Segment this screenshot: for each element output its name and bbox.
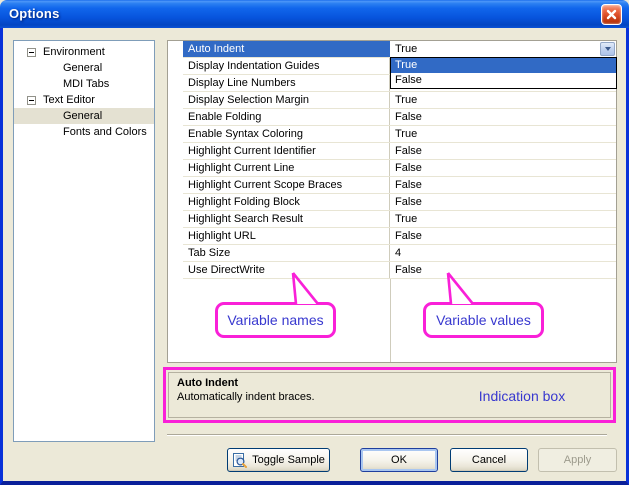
ok-label: OK — [391, 454, 407, 466]
property-name-cell[interactable]: Highlight URL — [183, 228, 390, 244]
ok-button[interactable]: OK — [360, 448, 438, 472]
dropdown-option-true[interactable]: True — [391, 58, 616, 73]
property-value-cell[interactable]: True — [390, 92, 616, 108]
property-row: Highlight Current Line False — [183, 160, 616, 177]
options-dialog: Options Environment General MDI Tabs Tex… — [0, 0, 629, 485]
property-row: Enable Folding False — [183, 109, 616, 126]
tree-item-label: Text Editor — [43, 94, 95, 106]
tree-item-label: Fonts and Colors — [63, 126, 147, 138]
property-row: Enable Syntax Coloring True — [183, 126, 616, 143]
property-value-cell[interactable]: True — [390, 211, 616, 227]
property-name-cell[interactable]: Enable Folding — [183, 109, 390, 125]
category-tree: Environment General MDI Tabs Text Editor… — [13, 40, 155, 442]
property-value-text: True — [395, 43, 417, 55]
cancel-label: Cancel — [472, 454, 506, 466]
property-row: Display Selection Margin True — [183, 92, 616, 109]
property-name-cell[interactable]: Display Line Numbers — [183, 75, 390, 91]
property-name-cell[interactable]: Auto Indent — [183, 41, 390, 57]
property-name-cell[interactable]: Tab Size — [183, 245, 390, 261]
dropdown-list: True False — [390, 57, 617, 89]
close-button[interactable] — [601, 4, 622, 25]
property-row: Highlight Folding Block False — [183, 194, 616, 211]
tree-item-label: General — [63, 110, 102, 122]
button-divider — [167, 434, 607, 436]
property-value-cell[interactable]: False — [390, 177, 616, 193]
tree-item-environment-general[interactable]: General — [14, 60, 154, 76]
property-value-cell[interactable]: False — [390, 109, 616, 125]
combo-dropdown-button[interactable] — [600, 42, 615, 56]
property-row: Highlight Current Scope Braces False — [183, 177, 616, 194]
tree-item-mdi-tabs[interactable]: MDI Tabs — [14, 76, 154, 92]
property-value-cell[interactable]: False — [390, 194, 616, 210]
toggle-sample-button[interactable]: Toggle Sample — [227, 448, 330, 472]
property-name-cell[interactable]: Highlight Current Identifier — [183, 143, 390, 159]
column-divider — [390, 279, 391, 362]
toggle-sample-label: Toggle Sample — [252, 454, 325, 466]
callout-tail — [288, 272, 320, 305]
property-name-cell[interactable]: Use DirectWrite — [183, 262, 390, 278]
tree-item-text-editor-general[interactable]: General — [14, 108, 154, 124]
property-name-cell[interactable]: Highlight Current Scope Braces — [183, 177, 390, 193]
property-value-cell[interactable]: 4 — [390, 245, 616, 261]
property-value-cell[interactable]: False — [390, 262, 616, 278]
callout-tail — [443, 272, 475, 305]
tree-item-text-editor[interactable]: Text Editor — [14, 92, 154, 108]
indication-box-label: Indication box — [437, 388, 607, 404]
preview-icon — [232, 453, 247, 468]
apply-button[interactable]: Apply — [538, 448, 617, 472]
property-name-cell[interactable]: Highlight Search Result — [183, 211, 390, 227]
property-value-cell[interactable]: False — [390, 160, 616, 176]
chevron-down-icon — [605, 47, 611, 51]
window-title: Options — [9, 6, 60, 21]
property-name-cell[interactable]: Highlight Current Line — [183, 160, 390, 176]
dropdown-option-false[interactable]: False — [391, 73, 616, 88]
tree-item-label: Environment — [43, 46, 105, 58]
property-name-cell[interactable]: Display Indentation Guides — [183, 58, 390, 74]
callout-label: Variable values — [436, 312, 531, 328]
tree-collapse-icon[interactable] — [27, 96, 36, 105]
property-row: Use DirectWrite False — [183, 262, 616, 279]
tree-item-fonts-and-colors[interactable]: Fonts and Colors — [14, 124, 154, 140]
tree-collapse-icon[interactable] — [27, 48, 36, 57]
property-value-editor[interactable]: True — [390, 41, 616, 57]
indication-box: Auto Indent Automatically indent braces.… — [163, 367, 616, 423]
titlebar: Options — [0, 0, 629, 29]
apply-label: Apply — [564, 454, 592, 466]
property-row: Highlight URL False — [183, 228, 616, 245]
property-row: Highlight Current Identifier False — [183, 143, 616, 160]
cancel-button[interactable]: Cancel — [450, 448, 528, 472]
property-row: Highlight Search Result True — [183, 211, 616, 228]
close-icon — [606, 9, 617, 20]
tree-item-label: MDI Tabs — [63, 78, 109, 90]
callout-label: Variable names — [227, 312, 323, 328]
property-row: Tab Size 4 — [183, 245, 616, 262]
callout-variable-values: Variable values — [423, 302, 544, 338]
property-name-cell[interactable]: Display Selection Margin — [183, 92, 390, 108]
property-value-cell[interactable]: False — [390, 228, 616, 244]
property-row: Auto Indent True — [183, 41, 616, 58]
callout-variable-names: Variable names — [215, 302, 336, 338]
tree-item-environment[interactable]: Environment — [14, 44, 154, 60]
property-value-cell[interactable]: True — [390, 126, 616, 142]
property-name-cell[interactable]: Highlight Folding Block — [183, 194, 390, 210]
indication-box-inner: Auto Indent Automatically indent braces.… — [168, 372, 611, 418]
property-name-cell[interactable]: Enable Syntax Coloring — [183, 126, 390, 142]
tree-item-label: General — [63, 62, 102, 74]
property-value-cell[interactable]: False — [390, 143, 616, 159]
